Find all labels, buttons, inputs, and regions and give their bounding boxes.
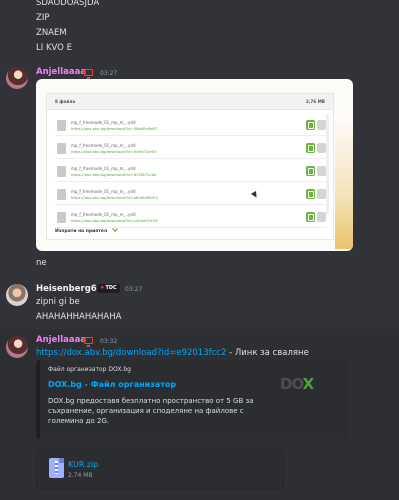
message-line: SDAODOASJDA — [36, 0, 100, 8]
edit-icon[interactable] — [306, 189, 315, 199]
file-link[interactable]: https://dox.abv.bg/download?id=e649b9600… — [71, 195, 158, 200]
file-link[interactable]: https://dox.abv.bg/download?id=c40da9192… — [71, 218, 157, 223]
username[interactable]: Anjellaaaa — [36, 67, 86, 77]
timestamp: 03:32 — [100, 338, 118, 345]
message-line: ZNAEM — [36, 28, 67, 38]
message-line: LI KVO E — [36, 43, 72, 53]
file-row[interactable]: mp_f_freemode_01_mp_m_..ydd https://dox.… — [55, 162, 327, 182]
username[interactable]: Anjellaaaa — [36, 335, 86, 345]
file-link[interactable]: https://dox.abv.bg/download?id=832f872cb… — [71, 172, 156, 177]
file-name: mp_f_freemode_01_mp_m_..ydd — [71, 120, 136, 125]
file-thumbnail — [57, 212, 66, 223]
file-name: mp_f_freemode_01_mp_m_..ydd — [71, 212, 136, 217]
copy-icon[interactable] — [317, 120, 326, 130]
share-with-friend[interactable]: Изпрати на приятел — [55, 226, 118, 234]
message-line: ZIP — [36, 13, 50, 23]
background-art — [335, 119, 353, 249]
share-label: Изпрати на приятел — [55, 229, 108, 234]
embed-description: DOX.bg предоставя безплатно пространство… — [48, 397, 254, 425]
message-text: ne — [36, 258, 47, 268]
server-tag-badge: ♦TDC — [97, 284, 120, 293]
total-size: 2.76 MB — [305, 99, 325, 104]
file-thumbnail — [57, 166, 66, 177]
screen-share-icon — [84, 69, 93, 79]
link-suffix: - Линк за сваляне — [226, 348, 309, 358]
dox-logo: DOX — [280, 375, 314, 393]
file-attachment[interactable]: KUR.zip 2.74 MB — [36, 449, 284, 490]
image-attachment[interactable]: 8 файла 2.76 MB mp_f_freemode_01_mp_m_..… — [36, 79, 353, 251]
avatar[interactable] — [6, 284, 28, 306]
message-link[interactable]: https://dox.abv.bg/download?id=e92013fcc… — [36, 348, 226, 358]
edit-icon[interactable] — [306, 120, 315, 130]
timestamp: 03:27 — [125, 286, 143, 293]
edit-icon[interactable] — [306, 166, 315, 176]
zip-file-icon — [49, 458, 64, 478]
panel-header: 8 файла 2.76 MB — [47, 94, 333, 110]
file-link[interactable]: https://dox.abv.bg/download?id=58e68c6a8… — [71, 126, 157, 131]
file-thumbnail — [57, 189, 66, 200]
file-thumbnail — [57, 143, 66, 154]
copy-icon[interactable] — [317, 212, 326, 222]
embed-title[interactable]: DOX.bg - Файл организатор — [48, 380, 176, 389]
edit-icon[interactable] — [306, 212, 315, 222]
file-link[interactable]: https://dox.abv.bg/download?id=949fc52e9… — [71, 149, 156, 154]
file-row[interactable]: mp_f_freemode_01_mp_m_..ydd https://dox.… — [55, 139, 327, 159]
edit-icon[interactable] — [306, 143, 315, 153]
avatar[interactable] — [6, 67, 28, 89]
avatar[interactable] — [6, 336, 28, 358]
copy-icon[interactable] — [317, 143, 326, 153]
file-list-panel: 8 файла 2.76 MB mp_f_freemode_01_mp_m_..… — [46, 93, 334, 240]
file-count: 8 файла — [55, 99, 76, 104]
file-row[interactable]: mp_f_freemode_01_mp_m_..ydd https://dox.… — [55, 116, 327, 136]
link-embed: Файл организатор DOX.bg DOX.bg - Файл ор… — [36, 360, 348, 439]
file-row[interactable]: mp_f_freemode_01_mp_m_..ydd https://dox.… — [55, 185, 327, 205]
attachment-size: 2.74 MB — [68, 472, 93, 479]
chevron-down-icon — [112, 226, 118, 232]
copy-icon[interactable] — [317, 189, 326, 199]
file-thumbnail — [57, 120, 66, 131]
scrollbar[interactable] — [326, 114, 329, 214]
badge-label: TDC — [105, 285, 117, 291]
copy-icon[interactable] — [317, 166, 326, 176]
file-row[interactable]: mp_f_freemode_01_mp_m_..ydd https://dox.… — [55, 208, 327, 228]
message-text: AHAHAHHAHAHAHA — [36, 312, 122, 322]
message-text: https://dox.abv.bg/download?id=e92013fcc… — [36, 348, 309, 358]
attachment-name[interactable]: KUR.zip — [68, 460, 98, 469]
file-name: mp_f_freemode_01_mp_m_..ydd — [71, 166, 136, 171]
screen-share-icon — [84, 337, 93, 347]
message-text: zipni gi be — [36, 297, 80, 307]
embed-provider[interactable]: Файл организатор DOX.bg — [48, 366, 131, 373]
timestamp: 03:27 — [100, 70, 118, 77]
tag-icon: ♦ — [100, 285, 105, 291]
file-name: mp_f_freemode_01_mp_m_..ydd — [71, 189, 136, 194]
file-name: mp_f_freemode_01_mp_m_..ydd — [71, 143, 136, 148]
